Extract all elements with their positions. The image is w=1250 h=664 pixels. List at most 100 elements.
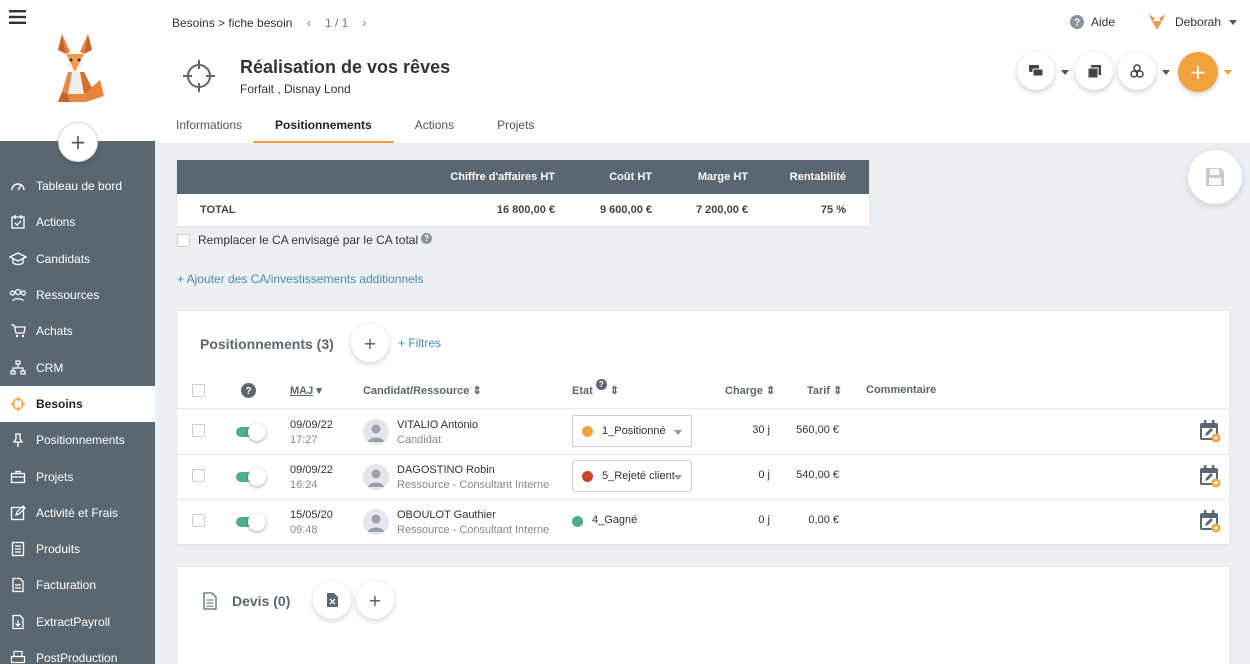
row-checkbox[interactable] [192,514,205,527]
page-title: Réalisation de vos rêves [240,57,451,77]
subtitle-client[interactable]: Disnay Lond [284,82,351,96]
sidebar-item-ressources[interactable]: Ressources [0,277,155,313]
share-dropdown-caret[interactable] [1162,70,1170,75]
sidebar-item-crm[interactable]: CRM [0,349,155,385]
sidebar-item-produits[interactable]: Produits [0,531,155,567]
sidebar-item-postproduction[interactable]: PostProduction [0,640,155,664]
sidebar-item-label: CRM [36,360,64,375]
sidebar-item-besoins[interactable]: Besoins [0,385,155,423]
save-button[interactable] [1188,150,1242,204]
document-icon [203,592,217,610]
row-toggle[interactable] [236,468,266,486]
page-subtitle: Forfait , Disnay Lond [240,82,351,96]
page-header: Besoins > fiche besoin ‹ 1 / 1 › ? Aide … [155,0,1250,143]
help-icon[interactable]: ? [241,383,256,398]
row-charge: 0 j [758,514,770,526]
row-date-day: 09/09/22 [290,464,333,476]
pager-prev-button[interactable]: ‹ [307,16,311,30]
org-chart-icon [0,360,36,376]
sidebar-add-button[interactable]: + [58,122,98,162]
table-row: 09/09/22 16:24 DAGOSTINO Robin Ressource -… [177,454,1229,499]
replace-ca-option: Remplacer le CA envisagé par le CA total… [177,233,433,247]
column-maj[interactable]: MAJ ▾ [290,384,322,397]
tab-informations[interactable]: Informations [165,110,253,143]
row-person-name[interactable]: VITALIO Antonio [397,418,478,433]
avatar [363,509,389,535]
column-tarif[interactable]: Tarif ⇕ [807,384,842,397]
etat-select[interactable]: 1_Positionné [572,415,692,447]
breadcrumb[interactable]: Besoins > fiche besoin [172,16,292,30]
tab-projets[interactable]: Projets [475,110,545,143]
pin-icon [0,432,36,448]
etat-select[interactable]: 5_Rejeté client [572,460,692,492]
tab-positionnements[interactable]: Positionnements [253,110,394,143]
row-person-role: Candidat [397,434,442,446]
column-charge[interactable]: Charge ⇕ [725,384,775,397]
help-icon[interactable]: ? [595,379,607,390]
pager-next-button[interactable]: › [362,16,366,30]
table-row: 09/09/22 17:27 VITALIO Antonio Candidat 1_… [177,409,1229,454]
sidebar-item-projets[interactable]: Projets [0,458,155,494]
menu-icon[interactable] [9,10,26,24]
sidebar-item-positionnements[interactable]: Positionnements [0,422,155,458]
replace-ca-checkbox[interactable] [177,233,190,247]
sidebar-item-facturation[interactable]: Facturation [0,567,155,603]
sidebar-item-candidats[interactable]: Candidats [0,241,155,277]
etat-value: 1_Positionné [602,425,666,437]
chat-icon [1029,64,1043,78]
help-link[interactable]: ? Aide [1070,15,1115,29]
sidebar-item-achats[interactable]: Achats [0,313,155,349]
help-icon[interactable]: ? [421,233,433,244]
add-positionnement-button[interactable]: + [351,324,389,362]
user-menu[interactable]: Deborah [1147,12,1238,32]
sidebar-item-label: Achats [36,324,73,339]
export-icon [0,614,36,630]
row-person-name[interactable]: OBOULOT Gauthier [397,508,549,523]
share-button[interactable] [1118,52,1156,90]
calendar-edit-icon[interactable] [1199,509,1221,533]
column-candidat[interactable]: Candidat/Ressource ⇕ [363,384,482,397]
messages-button[interactable] [1017,52,1055,90]
row-checkbox[interactable] [192,424,205,437]
add-ca-link[interactable]: + Ajouter des CA/investissements additio… [177,272,423,286]
export-devis-button[interactable] [313,581,351,619]
status-dot [572,516,583,527]
duplicate-button[interactable] [1075,52,1113,90]
tab-actions[interactable]: Actions [394,110,475,143]
column-candidat-label: Candidat/Ressource [363,385,470,397]
column-etat[interactable]: Etat? ⇕ [572,379,619,397]
positionnements-title: Positionnements (3) [200,336,334,352]
add-dropdown-caret[interactable] [1224,70,1232,75]
sidebar-item-tableau-de-bord[interactable]: Tableau de bord [0,168,155,204]
calendar-edit-icon[interactable] [1199,464,1221,488]
sidebar-item-activite-et-frais[interactable]: Activité et Frais [0,495,155,531]
crosshair-icon [0,396,36,412]
column-tarif-label: Tarif [807,385,831,397]
sort-icon: ⇕ [765,385,776,397]
column-maj-label: MAJ [290,385,314,397]
copy-icon [1087,64,1101,78]
row-person: DAGOSTINO Robin Ressource - Consultant In… [397,463,549,493]
header-cout: Coût HT [609,171,652,183]
total-cout: 9 600,00 € [600,204,652,216]
people-icon [0,288,36,302]
total-ca: 16 800,00 € [496,204,555,216]
row-date: 09/09/22 17:27 [290,418,333,448]
add-devis-button[interactable]: + [356,581,394,619]
row-checkbox[interactable] [192,469,205,482]
chevron-down-icon [674,475,682,480]
row-toggle[interactable] [236,513,266,531]
filters-link[interactable]: + Filtres [398,336,441,350]
help-label: Aide [1091,15,1116,29]
sidebar-item-label: Projets [36,469,74,484]
select-all-checkbox[interactable] [192,384,205,397]
messages-dropdown-caret[interactable] [1061,70,1069,75]
add-action-button[interactable]: + [1178,52,1218,92]
sidebar-item-extractpayroll[interactable]: ExtractPayroll [0,604,155,640]
sidebar-item-actions[interactable]: Actions [0,204,155,240]
totals-header: Chiffre d'affaires HT Coût HT Marge HT R… [177,160,869,194]
row-toggle[interactable] [236,423,266,441]
column-charge-label: Charge [725,385,763,397]
calendar-edit-icon[interactable] [1199,419,1221,443]
row-person-name[interactable]: DAGOSTINO Robin [397,463,549,478]
